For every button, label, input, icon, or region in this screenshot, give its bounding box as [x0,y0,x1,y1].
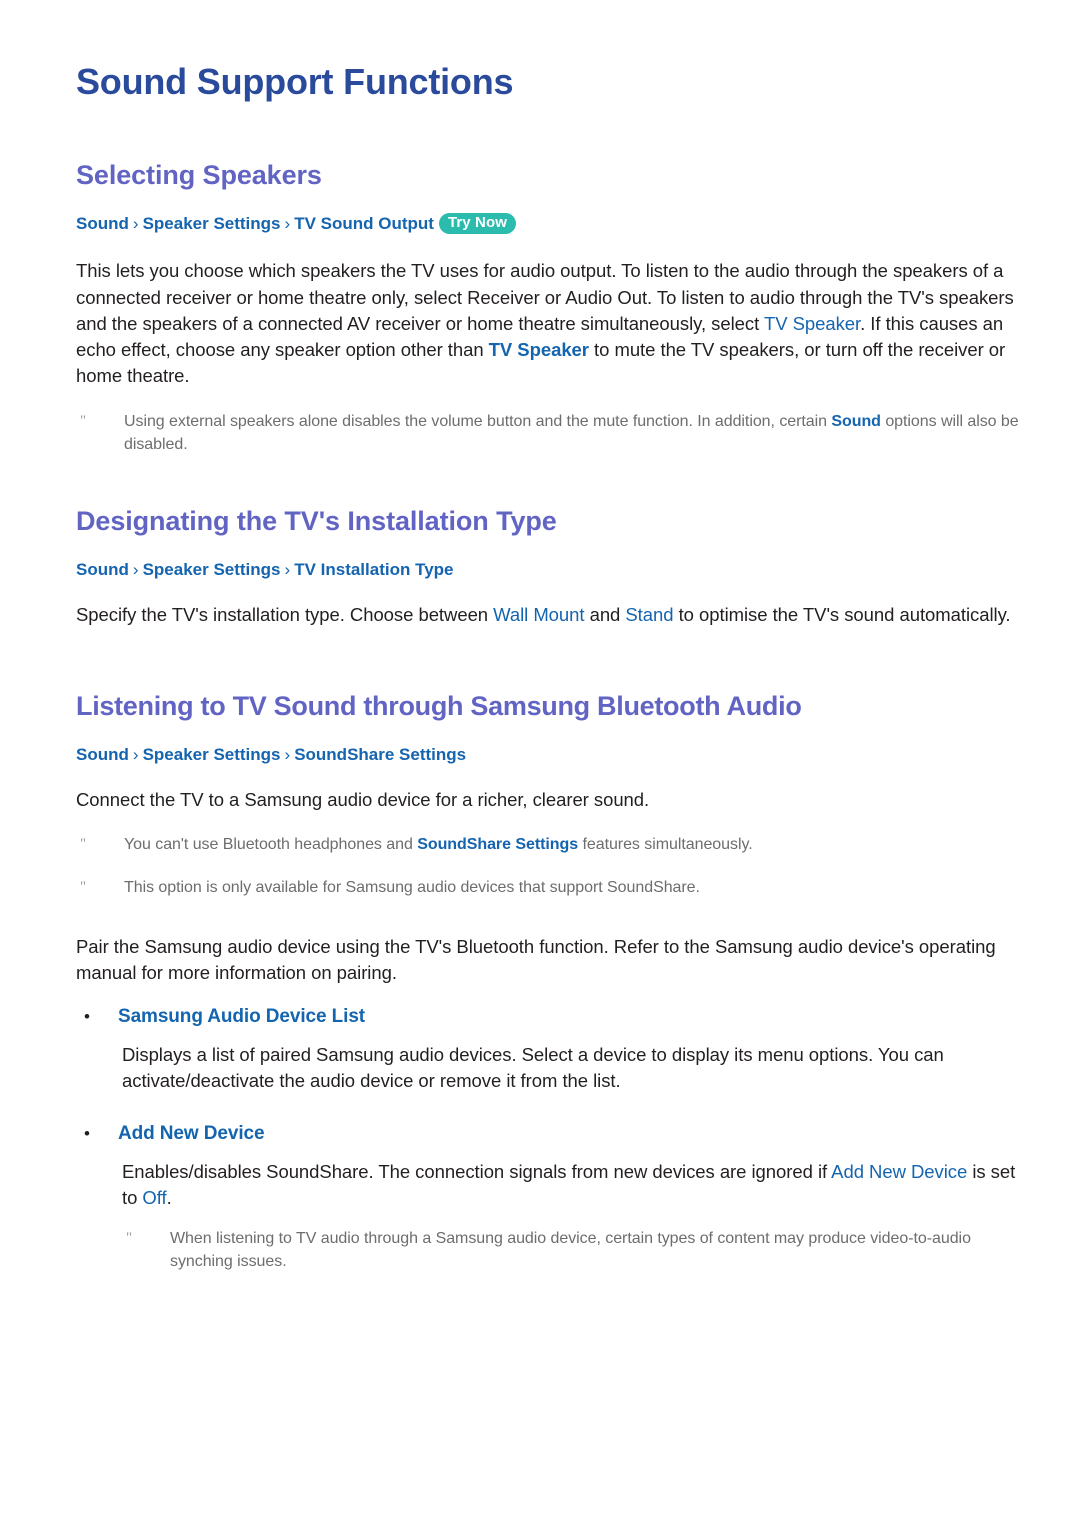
bullet-dot-icon: • [84,1007,90,1027]
section-heading-bluetooth-audio: Listening to TV Sound through Samsung Bl… [76,690,802,721]
text-run: to optimise the TV's sound automatically… [673,604,1011,626]
text-run: You can't use Bluetooth headphones and [124,836,418,854]
note-item: " This option is only available for Sams… [76,876,1020,899]
bullet-body: Displays a list of paired Samsung audio … [122,1042,1020,1095]
breadcrumb-item[interactable]: Sound [76,214,129,233]
text-run: . [166,1186,172,1208]
keyword-add-new-device: Add New Device [831,1160,968,1182]
keyword-wall-mount: Wall Mount [493,604,585,626]
text-run: Enables/disables SoundShare. The connect… [122,1160,832,1182]
note-text: This option is only available for Samsun… [124,879,700,897]
breadcrumb-separator-icon: › [132,213,139,233]
list-item[interactable]: • Add New Device [76,1123,1020,1145]
breadcrumb-separator-icon: › [132,744,139,764]
keyword-sound: Sound [831,412,881,430]
note-quote-icon: " [126,1230,133,1247]
text-run: and [584,604,626,626]
keyword-off: Off [142,1186,167,1208]
section-heading-installation-type: Designating the TV's Installation Type [76,506,557,537]
text-run: features simultaneously. [578,836,753,854]
bullet-description: Enables/disables SoundShare. The connect… [122,1159,1020,1212]
breadcrumb-item[interactable]: Speaker Settings [143,560,281,579]
keyword-soundshare-settings: SoundShare Settings [417,836,579,854]
keyword-tv-speaker: TV Speaker [488,339,589,361]
text-run: Specify the TV's installation type. Choo… [76,604,494,626]
bullet-dot-icon: • [84,1123,90,1143]
breadcrumb-soundshare-settings[interactable]: Sound › Speaker Settings › SoundShare Settin… [76,744,1020,765]
section-paragraph-selecting-speakers: This lets you choose which speakers the … [76,258,1020,389]
document-page: Sound Support Functions Selecting Speake… [0,0,1080,1527]
breadcrumb-item[interactable]: Sound [76,745,129,764]
note-item: " When listening to TV audio through a S… [122,1227,1020,1273]
note-text: Using external speakers alone disables t… [124,410,1020,456]
note-quote-icon: " [80,879,87,896]
breadcrumb-item[interactable]: Sound [76,560,129,579]
note-text: When listening to TV audio through a Sam… [170,1230,971,1271]
breadcrumb-separator-icon: › [284,213,291,233]
section-paragraph-installation-type: Specify the TV's installation type. Choo… [76,602,1020,628]
breadcrumb-item[interactable]: Speaker Settings [143,214,281,233]
note-quote-icon: " [80,836,87,853]
breadcrumb-tv-sound-output[interactable]: Sound › Speaker Settings › TV Sound Output Tr… [76,212,1020,237]
breadcrumb-separator-icon: › [284,744,291,764]
bullet-label-samsung-audio-device-list[interactable]: Samsung Audio Device List [118,1006,365,1028]
text-run: Using external speakers alone disables t… [124,412,832,430]
breadcrumb-item[interactable]: SoundShare Settings [294,745,466,764]
bullet-label-add-new-device[interactable]: Add New Device [118,1123,265,1145]
breadcrumb-tv-installation-type[interactable]: Sound › Speaker Settings › TV Installation T… [76,559,1020,580]
try-now-badge[interactable]: Try Now [438,212,516,235]
breadcrumb-item[interactable]: TV Installation Type [294,560,453,579]
note-item: " Using external speakers alone disables… [76,410,1020,456]
breadcrumb-separator-icon: › [284,560,291,580]
page-title: Sound Support Functions [76,61,514,102]
note-quote-icon: " [80,412,87,429]
note-item: " You can't use Bluetooth headphones and… [76,833,1020,856]
keyword-tv-speaker: TV Speaker [763,312,861,334]
breadcrumb-item[interactable]: Speaker Settings [143,745,281,764]
breadcrumb-separator-icon: › [132,560,139,580]
section-paragraph-pairing: Pair the Samsung audio device using the … [76,935,996,983]
bullet-description: Displays a list of paired Samsung audio … [122,1044,944,1092]
list-item[interactable]: • Samsung Audio Device List [76,1006,1020,1028]
section-paragraph-bluetooth-intro: Connect the TV to a Samsung audio device… [76,788,650,810]
bullet-body: Enables/disables SoundShare. The connect… [122,1159,1020,1274]
section-heading-selecting-speakers: Selecting Speakers [76,159,322,190]
note-text: You can't use Bluetooth headphones and S… [124,833,1020,856]
keyword-stand: Stand [625,604,674,626]
breadcrumb-item[interactable]: TV Sound Output [294,214,434,233]
